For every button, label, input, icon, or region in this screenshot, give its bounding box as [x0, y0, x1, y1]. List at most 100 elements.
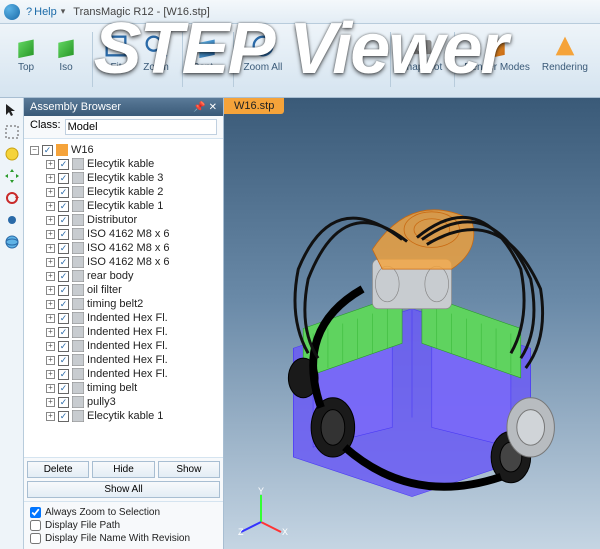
expand-icon[interactable]: +	[46, 286, 55, 295]
delete-button[interactable]: Delete	[27, 461, 89, 478]
expand-icon[interactable]: +	[46, 160, 55, 169]
collapse-icon[interactable]: −	[30, 146, 39, 155]
expand-icon[interactable]: +	[46, 370, 55, 379]
tree-node[interactable]: +✓pully3	[46, 395, 221, 409]
tree-node[interactable]: +✓ Indented Hex Fl.	[46, 311, 221, 325]
checkbox[interactable]: ✓	[58, 187, 69, 198]
part-icon	[72, 368, 84, 380]
tree-node[interactable]: +✓ ISO 4162 M8 x 6	[46, 255, 221, 269]
iso-view-button[interactable]: Iso	[48, 30, 84, 75]
pin-icon[interactable]: 📌 ✕	[193, 102, 217, 113]
tree-node[interactable]: +✓Indented Hex Fl.	[46, 353, 221, 367]
render-modes-button[interactable]: Render Modes	[460, 30, 534, 75]
display-revision-check[interactable]: Display File Name With Revision	[30, 532, 217, 545]
viewport-tab[interactable]: W16.stp	[224, 98, 284, 114]
part-icon	[72, 298, 84, 310]
zoom-selection-check[interactable]: Always Zoom to Selection	[30, 506, 217, 519]
checkbox[interactable]: ✓	[58, 341, 69, 352]
tree-node[interactable]: +✓Indented Hex Fl.	[46, 325, 221, 339]
select-box-tool[interactable]	[2, 122, 22, 142]
tree-node-label: ISO 4162 M8 x 6	[87, 256, 170, 268]
expand-icon[interactable]: +	[46, 188, 55, 197]
tree-root-node[interactable]: − ✓ W16	[30, 143, 221, 157]
expand-icon[interactable]: +	[46, 216, 55, 225]
3d-viewport[interactable]: W16.stp	[224, 98, 600, 549]
tree-node-label: Indented Hex Fl.	[87, 312, 168, 324]
tree-node[interactable]: +✓Elecytik kable 3	[46, 171, 221, 185]
expand-icon[interactable]: +	[46, 342, 55, 351]
tree-node[interactable]: +✓Indented Hex Fl.	[46, 339, 221, 353]
tree-node[interactable]: +✓ISO 4162 M8 x 6	[46, 227, 221, 241]
checkbox[interactable]: ✓	[58, 229, 69, 240]
expand-icon[interactable]: +	[46, 202, 55, 211]
expand-icon[interactable]: +	[46, 300, 55, 309]
checkbox[interactable]: ✓	[42, 145, 53, 156]
tree-node[interactable]: +✓Distributor	[46, 213, 221, 227]
expand-icon[interactable]: +	[46, 314, 55, 323]
checkbox[interactable]: ✓	[58, 159, 69, 170]
cont-button[interactable]: Cont...	[188, 30, 225, 75]
marker-tool[interactable]	[2, 210, 22, 230]
expand-icon[interactable]: +	[46, 272, 55, 281]
tree-node[interactable]: +✓Elecytik kable 1	[46, 409, 221, 423]
part-icon	[72, 410, 84, 422]
checkbox[interactable]: ✓	[58, 243, 69, 254]
hide-button[interactable]: Hide	[92, 461, 154, 478]
fit-button[interactable]: Fit	[98, 30, 134, 75]
class-input[interactable]	[65, 119, 217, 135]
tree-node[interactable]: +✓Elecytik kable 1	[46, 199, 221, 213]
show-button[interactable]: Show	[158, 461, 220, 478]
tree-node[interactable]: +✓Elecytik kable	[46, 157, 221, 171]
display-revision-checkbox[interactable]	[30, 533, 41, 544]
tree-node[interactable]: +✓Indented Hex Fl.	[46, 367, 221, 381]
checkbox[interactable]: ✓	[58, 397, 69, 408]
display-path-checkbox[interactable]	[30, 520, 41, 531]
axis-x-label: X	[282, 527, 288, 537]
checkbox[interactable]: ✓	[58, 411, 69, 422]
tree-node[interactable]: +✓ISO 4162 M8 x 6	[46, 241, 221, 255]
expand-icon[interactable]: +	[46, 398, 55, 407]
checkbox[interactable]: ✓	[58, 355, 69, 366]
assembly-tree[interactable]: − ✓ W16 +✓Elecytik kable+✓Elecytik kable…	[24, 139, 223, 457]
orbit-tool[interactable]	[2, 144, 22, 164]
checkbox[interactable]: ✓	[58, 327, 69, 338]
expand-icon[interactable]: +	[46, 244, 55, 253]
checkbox[interactable]: ✓	[58, 285, 69, 296]
expand-icon[interactable]: +	[46, 412, 55, 421]
checkbox[interactable]: ✓	[58, 383, 69, 394]
expand-icon[interactable]: +	[46, 258, 55, 267]
tree-node[interactable]: +✓oil filter	[46, 283, 221, 297]
checkbox[interactable]: ✓	[58, 271, 69, 282]
top-view-button[interactable]: Top	[8, 30, 44, 75]
checkbox[interactable]: ✓	[58, 201, 69, 212]
tree-node[interactable]: +✓timing belt2	[46, 297, 221, 311]
expand-icon[interactable]: +	[46, 328, 55, 337]
expand-icon[interactable]: +	[46, 174, 55, 183]
tree-node[interactable]: +✓rear body	[46, 269, 221, 283]
axis-gizmo[interactable]: X Y Z	[236, 487, 286, 537]
rotate-tool[interactable]	[2, 188, 22, 208]
rendering-button[interactable]: Rendering	[538, 30, 592, 75]
help-menu[interactable]: Help	[34, 6, 57, 18]
checkbox[interactable]: ✓	[58, 173, 69, 184]
show-all-button[interactable]: Show All	[27, 481, 220, 498]
tree-node[interactable]: +✓Elecytik kable 2	[46, 185, 221, 199]
pan-tool[interactable]	[2, 166, 22, 186]
checkbox[interactable]: ✓	[58, 369, 69, 380]
checkbox[interactable]: ✓	[58, 215, 69, 226]
zoom-button[interactable]: Zoom	[138, 30, 174, 75]
expand-icon[interactable]: +	[46, 384, 55, 393]
help-dropdown-icon[interactable]: ▾	[61, 6, 66, 17]
pointer-tool[interactable]	[2, 100, 22, 120]
snapshot-button[interactable]: Snapshot	[396, 30, 446, 75]
tree-node[interactable]: +✓timing belt	[46, 381, 221, 395]
checkbox[interactable]: ✓	[58, 299, 69, 310]
display-path-check[interactable]: Display File Path	[30, 519, 217, 532]
zoom-all-button[interactable]: Zoom All	[239, 30, 286, 75]
globe-tool[interactable]	[2, 232, 22, 252]
zoom-selection-checkbox[interactable]	[30, 507, 41, 518]
checkbox[interactable]: ✓	[58, 313, 69, 324]
expand-icon[interactable]: +	[46, 356, 55, 365]
checkbox[interactable]: ✓	[58, 257, 69, 268]
expand-icon[interactable]: +	[46, 230, 55, 239]
